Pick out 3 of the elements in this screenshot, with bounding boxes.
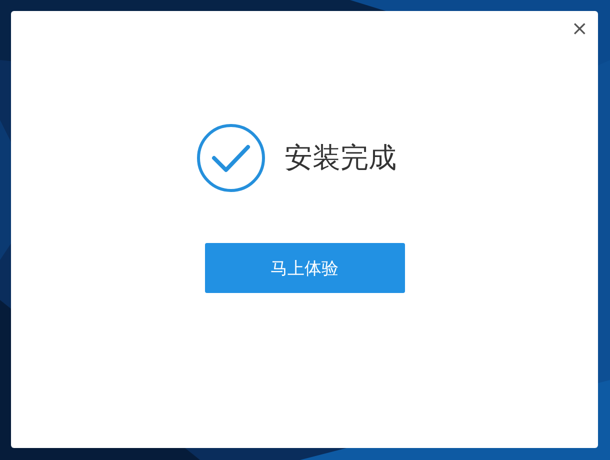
status-message: 安装完成	[284, 141, 396, 175]
close-button[interactable]: ×	[567, 15, 592, 41]
check-circle-icon	[196, 123, 266, 193]
